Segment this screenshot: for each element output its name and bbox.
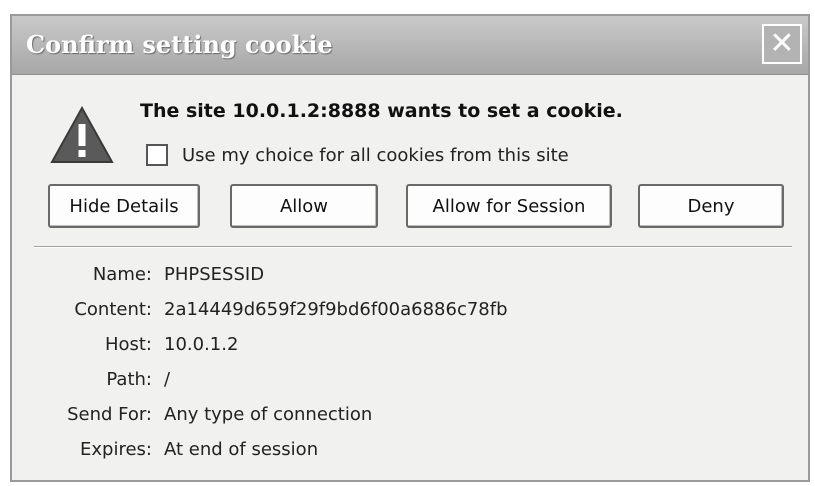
cookie-message: The site 10.0.1.2:8888 wants to set a co… — [140, 100, 623, 122]
detail-value: Any type of connection — [164, 404, 373, 425]
detail-value: At end of session — [164, 439, 319, 460]
remember-choice-row[interactable]: Use my choice for all cookies from this … — [146, 144, 569, 166]
detail-label: Send For: — [67, 404, 152, 425]
divider — [34, 246, 792, 248]
hide-details-button[interactable]: Hide Details — [48, 184, 200, 228]
remember-choice-label[interactable]: Use my choice for all cookies from this … — [182, 145, 569, 166]
allow-for-session-button[interactable]: Allow for Session — [406, 184, 612, 228]
cookie-dialog: Confirm setting cookie ✕ The site 10.0.1… — [10, 14, 810, 482]
close-icon: ✕ — [769, 26, 795, 61]
detail-value: 10.0.1.2 — [164, 334, 239, 355]
detail-label: Content: — [74, 299, 152, 320]
remember-choice-checkbox[interactable] — [146, 144, 168, 166]
detail-label: Expires: — [80, 439, 152, 460]
close-button[interactable]: ✕ — [762, 24, 802, 64]
detail-label: Host: — [104, 334, 152, 355]
title-bar[interactable]: Confirm setting cookie ✕ — [12, 16, 808, 75]
warning-triangle-icon — [50, 106, 114, 163]
detail-value: PHPSESSID — [164, 264, 265, 285]
dialog-title: Confirm setting cookie — [26, 30, 333, 59]
detail-label: Name: — [92, 264, 152, 285]
deny-button[interactable]: Deny — [638, 184, 784, 228]
allow-button[interactable]: Allow — [230, 184, 378, 228]
detail-value: / — [164, 369, 171, 390]
detail-value: 2a14449d659f29f9bd6f00a6886c78fb — [164, 299, 508, 320]
detail-label: Path: — [106, 369, 152, 390]
